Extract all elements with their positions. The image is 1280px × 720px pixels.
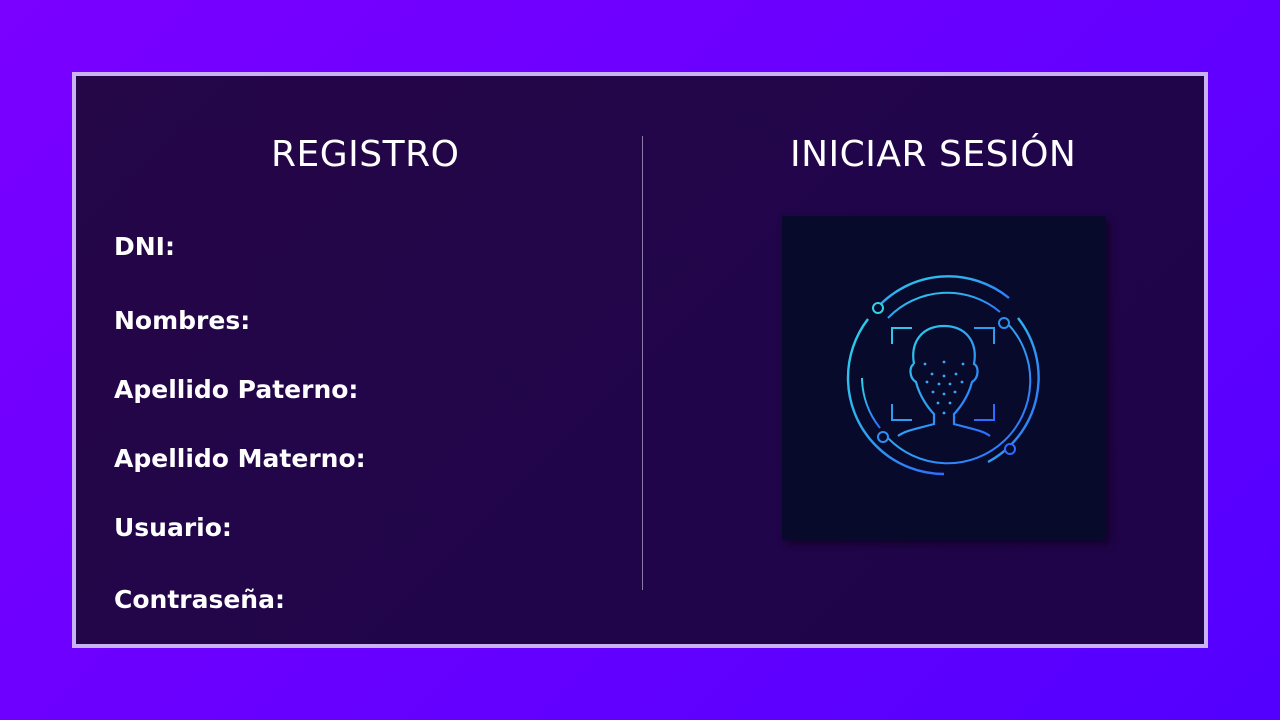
names-label: Nombres: <box>114 306 251 335</box>
username-label: Usuario: <box>114 513 232 542</box>
section-divider <box>642 136 643 590</box>
register-title: REGISTRO <box>271 134 460 175</box>
login-title: INICIAR SESIÓN <box>790 134 1077 175</box>
dni-label: DNI: <box>114 232 175 261</box>
auth-panel: REGISTRO DNI: Nombres: Apellido Paterno:… <box>72 72 1208 648</box>
paternal-surname-label: Apellido Paterno: <box>114 375 359 404</box>
face-login-button[interactable] <box>782 216 1106 540</box>
password-label: Contraseña: <box>114 585 285 614</box>
face-recognition-icon <box>846 275 1040 476</box>
maternal-surname-label: Apellido Materno: <box>114 444 366 473</box>
